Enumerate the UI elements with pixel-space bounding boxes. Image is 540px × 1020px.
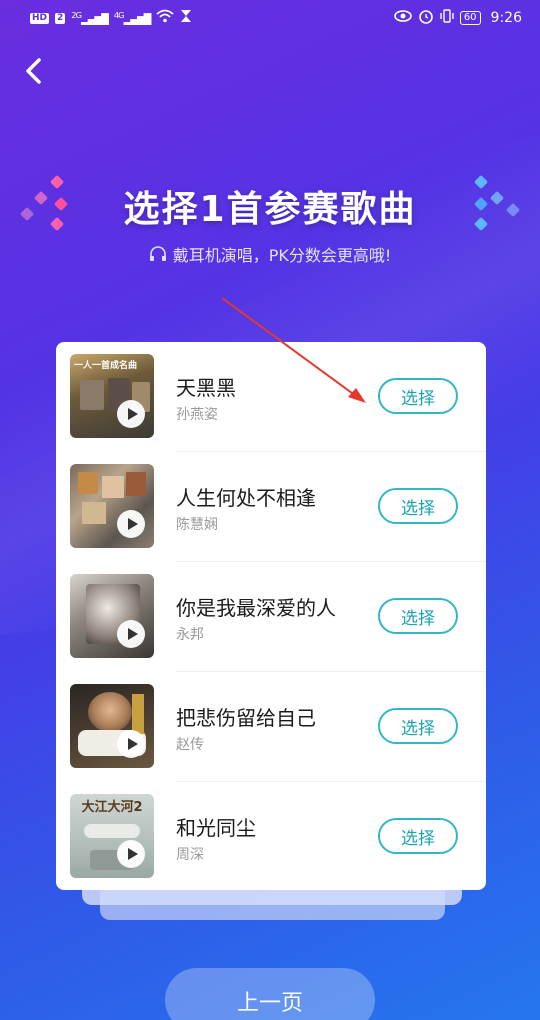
album-cover[interactable]: 一人一首成名曲 [70, 354, 154, 438]
song-row: 大江大河2 和光同尘 周深 选择 [56, 782, 486, 890]
album-cover-text: 大江大河2 [81, 800, 143, 815]
song-title: 把悲伤留给自己 [176, 706, 316, 730]
eye-icon [394, 10, 412, 26]
page-subtitle: 戴耳机演唱，PK分数会更高哦! [0, 242, 540, 266]
song-artist: 周深 [176, 847, 204, 863]
play-icon[interactable] [117, 400, 145, 428]
song-title: 天黑黑 [176, 376, 236, 400]
sim-badge: 2 [55, 12, 66, 24]
album-cover-text: 一人一首成名曲 [74, 361, 138, 371]
play-icon[interactable] [117, 620, 145, 648]
status-bar: HD 2 2G▂▄▆█ 4G▂▄▆█ 60 9:26 [0, 0, 540, 36]
song-artist: 赵传 [176, 737, 204, 753]
subtitle-text: 戴耳机演唱，PK分数会更高哦! [172, 246, 392, 265]
select-button[interactable]: 选择 [378, 598, 458, 634]
select-button[interactable]: 选择 [378, 378, 458, 414]
select-button[interactable]: 选择 [378, 488, 458, 524]
hd-badge: HD [30, 12, 50, 24]
song-artist: 孙燕姿 [176, 407, 218, 423]
song-row: 一人一首成名曲 天黑黑 孙燕姿 选择 [56, 342, 486, 452]
song-row: 你是我最深爱的人 永邦 选择 [56, 562, 486, 672]
album-cover[interactable]: 大江大河2 [70, 794, 154, 878]
select-button[interactable]: 选择 [378, 708, 458, 744]
clock: 9:26 [490, 10, 522, 26]
song-title: 人生何处不相逢 [176, 486, 316, 510]
alarm-icon [418, 8, 434, 28]
song-artist: 永邦 [176, 627, 204, 643]
song-row: 把悲伤留给自己 赵传 选择 [56, 672, 486, 782]
song-title: 你是我最深爱的人 [176, 596, 336, 620]
play-icon[interactable] [117, 510, 145, 538]
album-cover[interactable] [70, 574, 154, 658]
play-icon[interactable] [117, 840, 145, 868]
prev-page-button[interactable]: 上一页 [165, 968, 375, 1020]
album-cover[interactable] [70, 464, 154, 548]
song-artist: 陈慧娴 [176, 517, 218, 533]
chevron-left-icon [26, 58, 41, 84]
headphones-icon [149, 246, 166, 261]
battery-indicator: 60 [459, 11, 481, 25]
signal-2g-icon: 2G▂▄▆█ [71, 10, 109, 26]
select-button[interactable]: 选择 [378, 818, 458, 854]
album-cover[interactable] [70, 684, 154, 768]
song-list-card: 一人一首成名曲 天黑黑 孙燕姿 选择 人生何处不相逢 陈慧娴 选择 你是我最深爱 [56, 342, 486, 890]
song-title: 和光同尘 [176, 816, 256, 840]
song-row: 人生何处不相逢 陈慧娴 选择 [56, 452, 486, 562]
vibrate-icon [440, 9, 454, 27]
back-button[interactable] [16, 54, 50, 88]
signal-4g-icon: 4G▂▄▆█ [113, 10, 152, 26]
play-icon[interactable] [117, 730, 145, 758]
hourglass-icon [180, 9, 192, 27]
page-title: 选择1首参赛歌曲 [123, 189, 417, 230]
wifi-icon [156, 9, 174, 27]
